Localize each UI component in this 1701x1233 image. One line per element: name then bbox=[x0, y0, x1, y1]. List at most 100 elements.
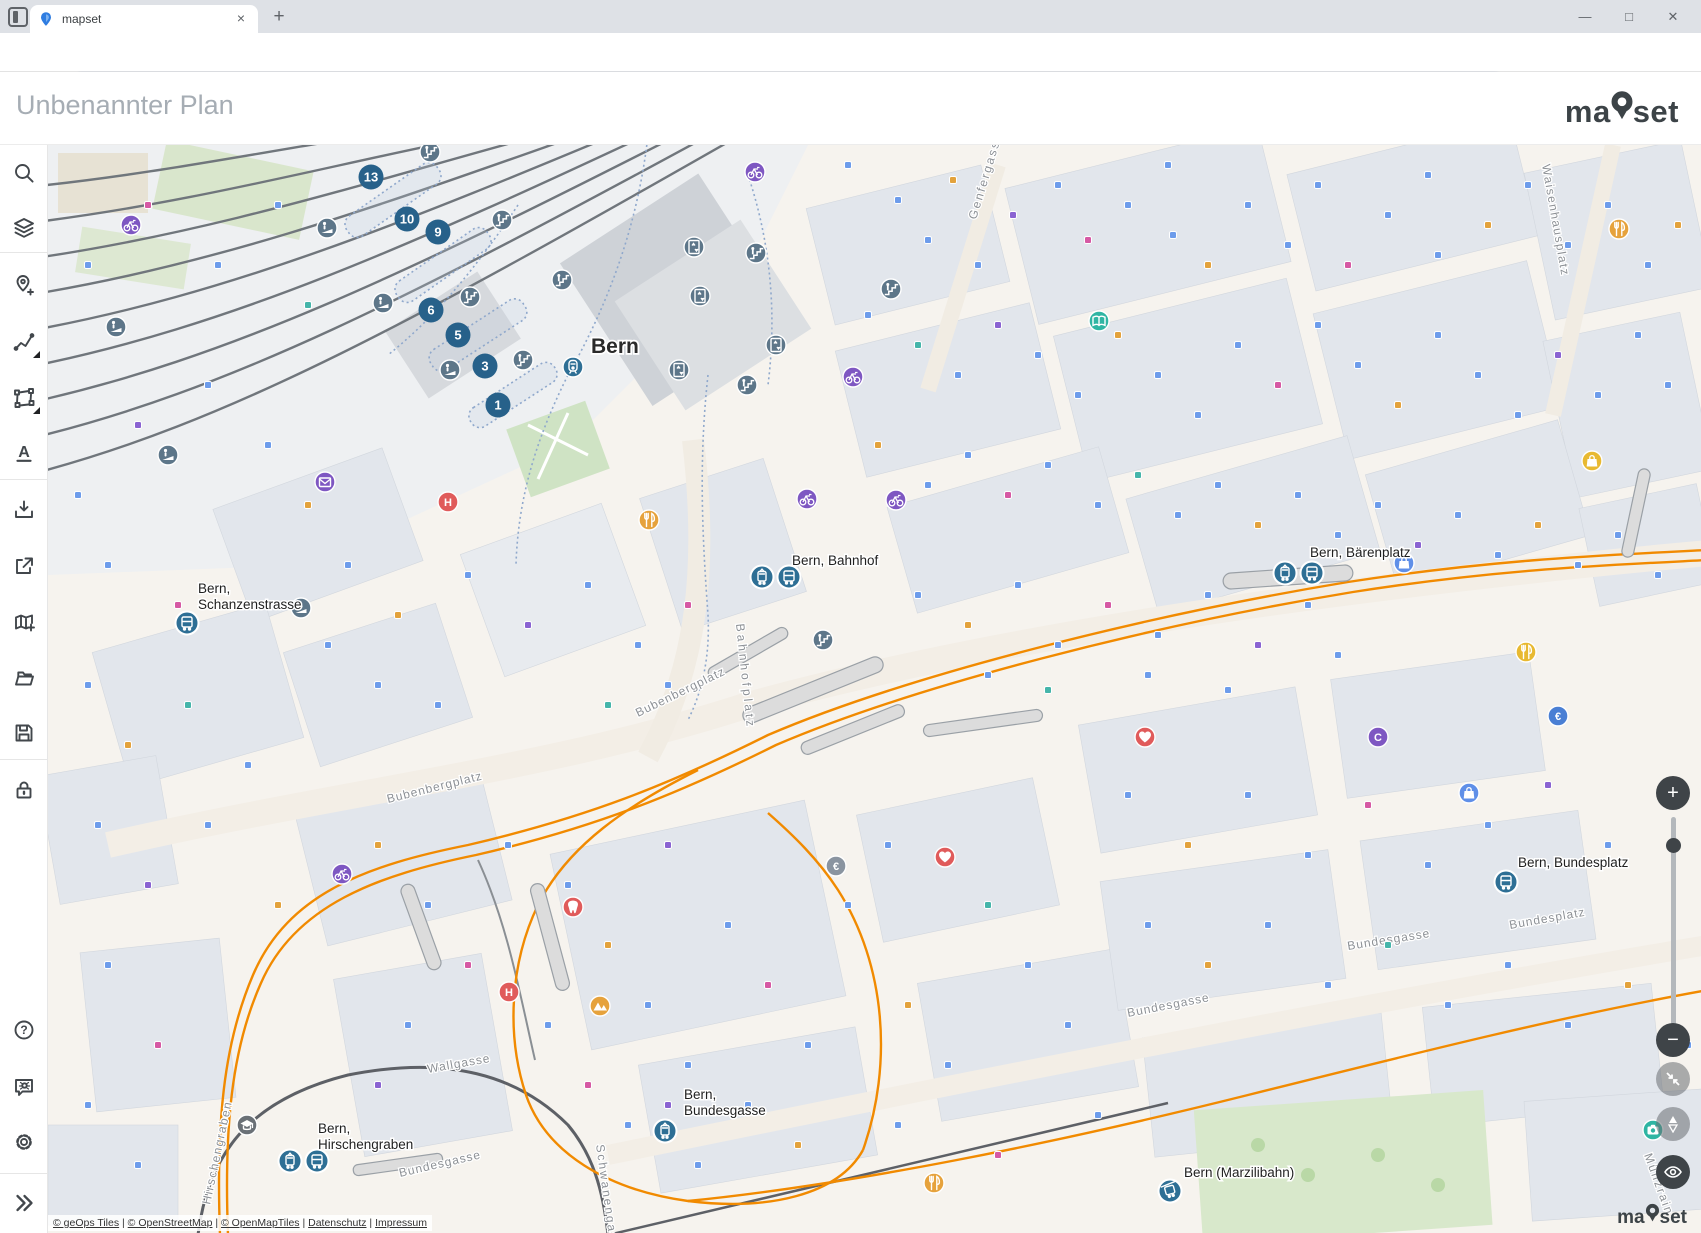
poi-marker[interactable] bbox=[405, 1022, 412, 1029]
save-tool-button[interactable] bbox=[12, 721, 36, 745]
stairs-poi-icon[interactable] bbox=[492, 210, 512, 230]
poi-marker[interactable] bbox=[635, 642, 642, 649]
poi-marker[interactable] bbox=[685, 1062, 692, 1069]
add-pin-tool-button[interactable] bbox=[12, 273, 36, 297]
bag-poi-icon[interactable] bbox=[1582, 451, 1602, 471]
poi-marker[interactable] bbox=[1625, 982, 1632, 989]
poi-marker[interactable] bbox=[875, 442, 882, 449]
poi-marker[interactable] bbox=[950, 177, 957, 184]
download-tool-button[interactable] bbox=[12, 498, 36, 522]
poi-marker[interactable] bbox=[1555, 352, 1562, 359]
add-text-tool-button[interactable]: A bbox=[12, 441, 36, 465]
poi-marker[interactable] bbox=[1345, 262, 1352, 269]
open-folder-tool-button[interactable] bbox=[12, 666, 36, 690]
poi-marker[interactable] bbox=[1205, 262, 1212, 269]
poi-marker[interactable] bbox=[1255, 642, 1262, 649]
poi-marker[interactable] bbox=[1435, 332, 1442, 339]
poi-marker[interactable] bbox=[75, 492, 82, 499]
poi-marker[interactable] bbox=[205, 822, 212, 829]
poi-marker[interactable] bbox=[1055, 642, 1062, 649]
poi-marker[interactable] bbox=[695, 1162, 702, 1169]
poi-marker[interactable] bbox=[1245, 792, 1252, 799]
poi-marker[interactable] bbox=[565, 882, 572, 889]
fork-poi-icon[interactable] bbox=[639, 510, 659, 530]
poi-marker[interactable] bbox=[1635, 332, 1642, 339]
poi-marker[interactable] bbox=[1575, 562, 1582, 569]
poi-marker[interactable] bbox=[185, 702, 192, 709]
select-transform-tool-button[interactable] bbox=[12, 386, 36, 410]
platform-number-badge[interactable]: 9 bbox=[426, 220, 451, 245]
stairs-poi-icon[interactable] bbox=[813, 630, 833, 650]
poi-marker[interactable] bbox=[1095, 502, 1102, 509]
poi-marker[interactable] bbox=[395, 612, 402, 619]
poi-marker[interactable] bbox=[1655, 572, 1662, 579]
zoom-out-button[interactable]: − bbox=[1656, 1023, 1690, 1057]
stairs-poi-icon[interactable] bbox=[460, 287, 480, 307]
poi-marker[interactable] bbox=[465, 962, 472, 969]
mail-poi-icon[interactable] bbox=[315, 472, 335, 492]
poi-marker[interactable] bbox=[105, 962, 112, 969]
heart-poi-icon[interactable] bbox=[1135, 727, 1155, 747]
lift-poi-icon[interactable] bbox=[684, 237, 704, 257]
H-poi-icon[interactable]: H bbox=[438, 492, 458, 512]
poi-marker[interactable] bbox=[135, 422, 142, 429]
window-close-button[interactable]: ✕ bbox=[1651, 0, 1695, 33]
poi-marker[interactable] bbox=[1415, 542, 1422, 549]
heart-poi-icon[interactable] bbox=[935, 847, 955, 867]
map-canvas[interactable]: BahnhofplatzBubenbergplatzBubenbergplatz… bbox=[48, 145, 1701, 1233]
poi-marker[interactable] bbox=[1055, 182, 1062, 189]
poi-marker[interactable] bbox=[1395, 402, 1402, 409]
poi-marker[interactable] bbox=[1145, 922, 1152, 929]
poi-marker[interactable] bbox=[1125, 202, 1132, 209]
poi-marker[interactable] bbox=[795, 1142, 802, 1149]
search-tool-button[interactable] bbox=[12, 161, 36, 185]
poi-marker[interactable] bbox=[975, 262, 982, 269]
attribution-link[interactable]: © OpenMapTiles bbox=[221, 1217, 300, 1229]
poi-marker[interactable] bbox=[1075, 392, 1082, 399]
poi-marker[interactable] bbox=[435, 702, 442, 709]
platform-number-badge[interactable]: 10 bbox=[395, 207, 420, 232]
tooth-poi-icon[interactable] bbox=[563, 897, 583, 917]
poi-marker[interactable] bbox=[1425, 862, 1432, 869]
poi-marker[interactable] bbox=[1355, 362, 1362, 369]
poi-marker[interactable] bbox=[1215, 482, 1222, 489]
stairs-poi-icon[interactable] bbox=[420, 145, 440, 162]
poi-marker[interactable] bbox=[1525, 182, 1532, 189]
poi-marker[interactable] bbox=[375, 842, 382, 849]
poi-marker[interactable] bbox=[845, 162, 852, 169]
poi-marker[interactable] bbox=[305, 502, 312, 509]
poi-marker[interactable] bbox=[1045, 462, 1052, 469]
bike-poi-icon[interactable] bbox=[797, 489, 817, 509]
poi-marker[interactable] bbox=[215, 262, 222, 269]
C-poi-icon[interactable]: C bbox=[1368, 727, 1388, 747]
collapse-sidebar-button[interactable] bbox=[12, 1191, 36, 1215]
browser-tab[interactable]: mapset × bbox=[30, 5, 258, 33]
poi-marker[interactable] bbox=[765, 982, 772, 989]
poi-marker[interactable] bbox=[1515, 412, 1522, 419]
feedback-button[interactable] bbox=[12, 1075, 36, 1099]
poi-marker[interactable] bbox=[1185, 842, 1192, 849]
poi-marker[interactable] bbox=[1195, 412, 1202, 419]
poi-marker[interactable] bbox=[1045, 687, 1052, 694]
poi-marker[interactable] bbox=[135, 1162, 142, 1169]
draw-route-tool-button[interactable] bbox=[12, 330, 36, 354]
stairs-poi-icon[interactable] bbox=[746, 243, 766, 263]
poi-marker[interactable] bbox=[1305, 852, 1312, 859]
poi-marker[interactable] bbox=[1335, 652, 1342, 659]
platform-number-badge[interactable]: 13 bbox=[359, 165, 384, 190]
bike-poi-icon[interactable] bbox=[121, 215, 141, 235]
poi-marker[interactable] bbox=[1605, 842, 1612, 849]
ramp-poi-icon[interactable] bbox=[440, 360, 460, 380]
poi-marker[interactable] bbox=[1025, 962, 1032, 969]
poi-marker[interactable] bbox=[1315, 182, 1322, 189]
poi-marker[interactable] bbox=[1365, 802, 1372, 809]
H-poi-icon[interactable]: H bbox=[499, 982, 519, 1002]
poi-marker[interactable] bbox=[605, 942, 612, 949]
poi-marker[interactable] bbox=[1005, 492, 1012, 499]
poi-marker[interactable] bbox=[1135, 472, 1142, 479]
train-poi-icon[interactable] bbox=[563, 357, 583, 377]
lift-poi-icon[interactable] bbox=[690, 286, 710, 306]
new-tab-button[interactable]: + bbox=[268, 7, 290, 29]
fit-extent-button[interactable] bbox=[1656, 1062, 1690, 1096]
bike-poi-icon[interactable] bbox=[332, 864, 352, 884]
